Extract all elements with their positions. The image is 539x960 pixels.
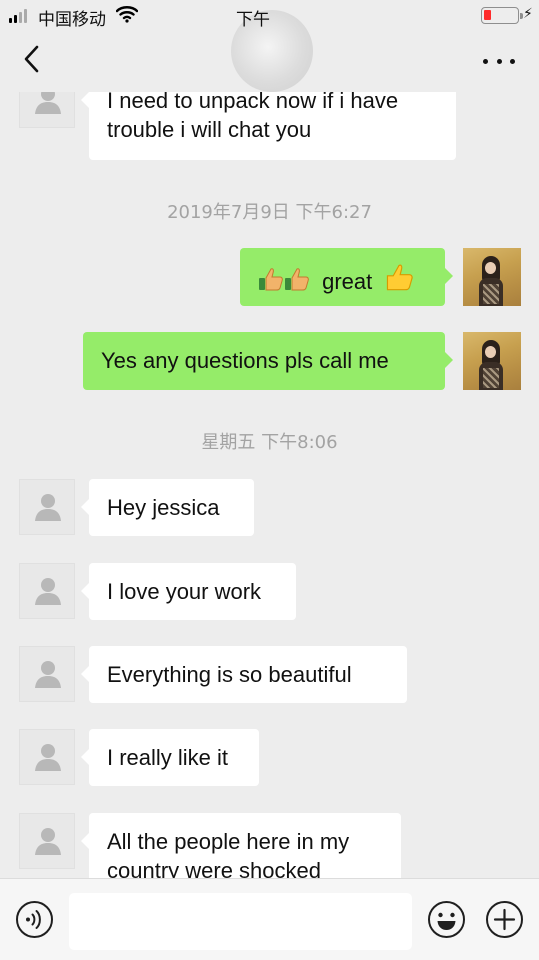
nav-bar xyxy=(0,10,539,92)
timestamp: 2019年7月9日 下午6:27 xyxy=(167,202,372,223)
message-bubble[interactable]: great xyxy=(240,248,453,306)
wifi-icon xyxy=(116,6,138,23)
thumbs-up-icon xyxy=(259,268,283,291)
voice-icon[interactable] xyxy=(15,900,54,939)
contact-avatar[interactable] xyxy=(19,813,75,869)
message-bubble[interactable]: Everything is so beautiful xyxy=(81,646,407,703)
contact-avatar[interactable] xyxy=(19,646,75,702)
input-bar xyxy=(0,878,539,960)
status-bar: 中国移动 下午 ⚡ xyxy=(0,0,539,30)
thumbs-up-emoji-icon xyxy=(387,264,414,291)
message-bubble[interactable]: Hey jessica xyxy=(81,479,254,536)
message-bubble[interactable]: I really like it xyxy=(81,729,259,786)
my-avatar[interactable] xyxy=(463,332,521,390)
message-input[interactable] xyxy=(69,893,412,950)
plus-icon[interactable] xyxy=(485,900,524,939)
timestamp: 星期五 下午8:06 xyxy=(201,432,338,453)
charging-icon: ⚡ xyxy=(523,5,533,21)
emoji-icon[interactable] xyxy=(427,900,466,939)
status-time: 下午 xyxy=(236,10,270,30)
chat-area[interactable]: I need to unpack now if i have trouble i… xyxy=(0,0,539,878)
signal-icon xyxy=(9,9,27,23)
contact-avatar[interactable] xyxy=(19,729,75,785)
message-bubble[interactable]: Yes any questions pls call me xyxy=(83,332,453,390)
ellipsis-icon[interactable] xyxy=(483,48,515,74)
message-bubble[interactable]: I love your work xyxy=(81,563,296,620)
message-text: great xyxy=(322,269,373,294)
chevron-left-icon[interactable] xyxy=(18,44,48,74)
battery-icon xyxy=(481,7,523,24)
message-bubble[interactable]: All the people here in my country were s… xyxy=(81,813,401,878)
thumbs-up-icon xyxy=(285,268,309,291)
contact-avatar[interactable] xyxy=(19,479,75,535)
my-avatar[interactable] xyxy=(463,248,521,306)
carrier-label: 中国移动 xyxy=(38,10,106,30)
contact-avatar[interactable] xyxy=(19,563,75,619)
